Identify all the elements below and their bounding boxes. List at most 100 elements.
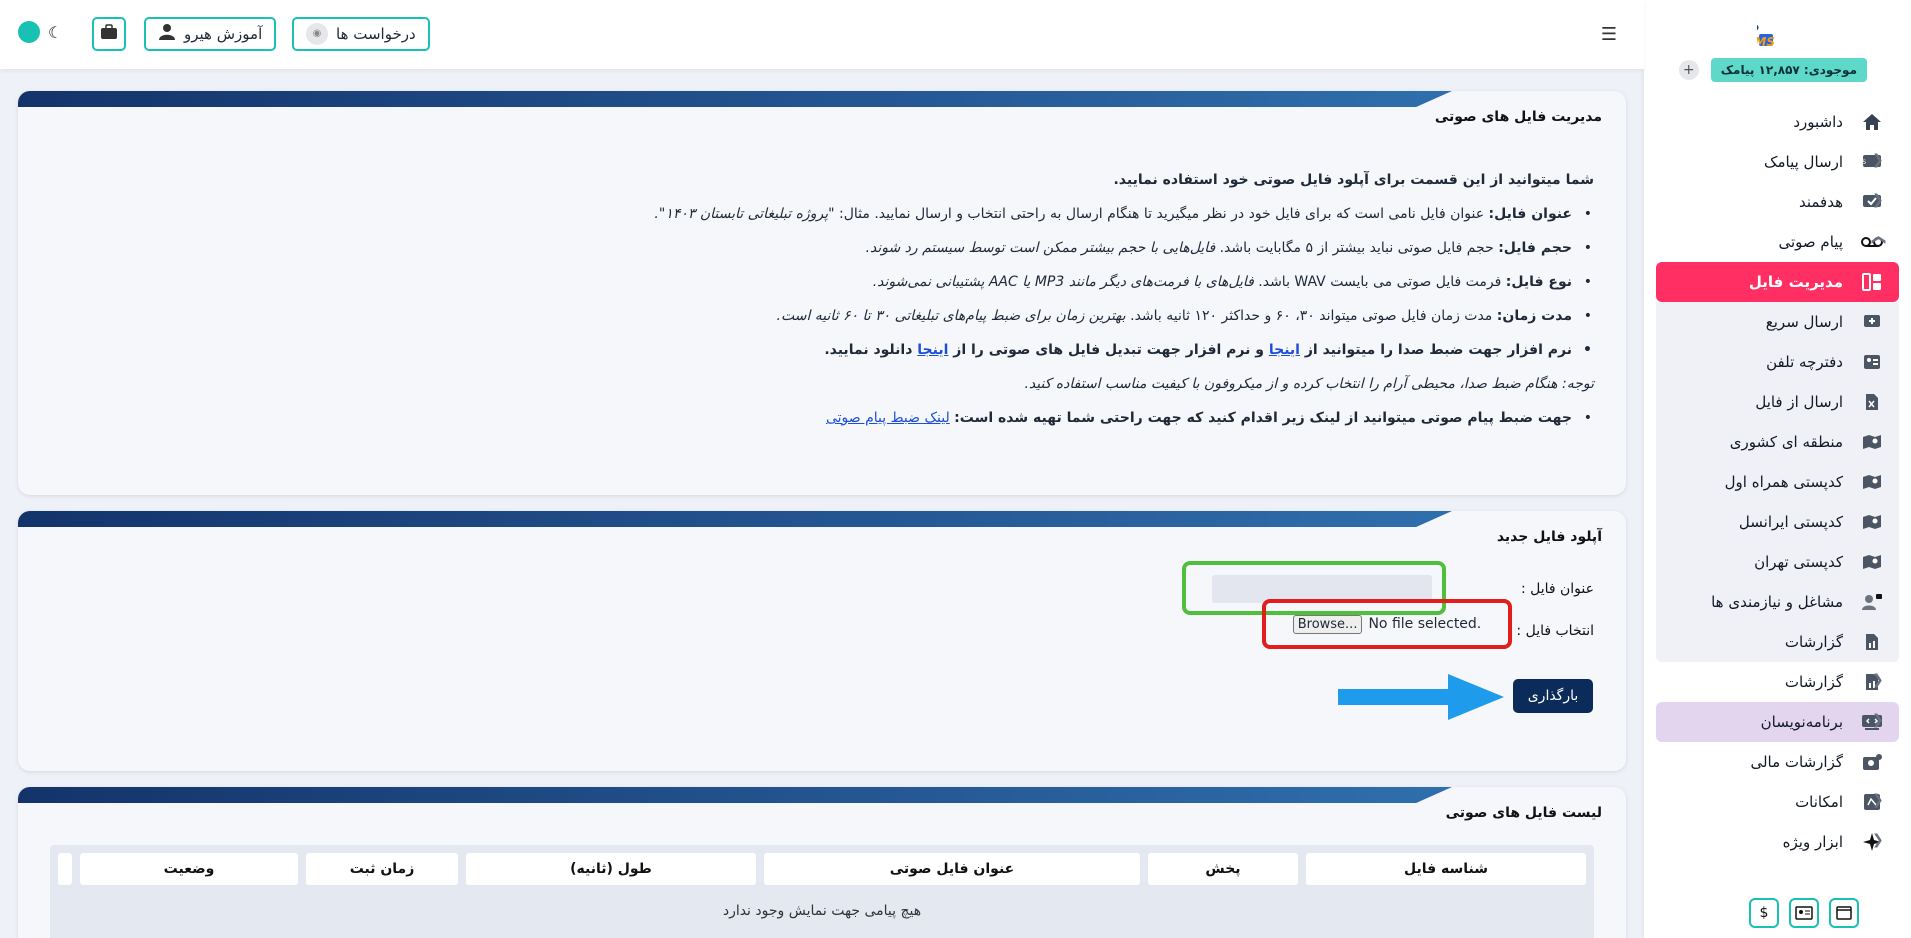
recorder-download-link[interactable]: اینجا (1269, 342, 1300, 358)
chevron-left-icon: ❮ (1872, 832, 1884, 848)
sidebar-item-regional[interactable]: منطقه ای کشوری (1656, 422, 1899, 462)
sidebar-item-label: کدپستی همراه اول (1724, 473, 1843, 491)
column-header-title[interactable]: عنوان فایل صوتی (764, 853, 1140, 885)
column-header-actions (58, 853, 72, 885)
phonebook-icon (1861, 352, 1883, 372)
sidebar-item-phonebook[interactable]: دفترچه تلفن (1656, 342, 1899, 382)
sidebar-item-label: مدیریت فایل (1748, 273, 1843, 291)
sidebar-item-label: کدپستی ایرانسل (1738, 513, 1843, 531)
briefcase-button[interactable] (92, 17, 126, 51)
bullet-duration: مدت زمان: مدت زمان فایل صوتی میتواند ۳۰،… (44, 299, 1594, 333)
sidebar-item-reports[interactable]: گزارشات ❮ (1644, 662, 1911, 702)
bullet-title: عنوان فایل: عنوان فایل نامی است که برای … (44, 197, 1594, 231)
training-button[interactable]: آموزش هیرو (144, 17, 277, 51)
no-file-text: No file selected. (1368, 616, 1482, 632)
bullet-text: نرم افزار جهت ضبط صدا را میتوانید از (1299, 342, 1572, 358)
voice-files-info-card: مدیریت فایل های صوتی شما میتوانید از این… (18, 91, 1626, 495)
sidebar-item-special-tools[interactable]: ابزار ویژه ❮ (1644, 822, 1911, 862)
balance-badge: موجودی: ۱۲,۸۵۷ پیامک (1710, 58, 1867, 82)
finance-icon (1861, 752, 1883, 772)
empty-table-message: هیچ پیامی جهت نمایش وجود ندارد (722, 903, 922, 919)
contact-card-icon[interactable] (1789, 898, 1819, 928)
record-voice-link[interactable]: لینک ضبط پیام صوتی (826, 410, 950, 426)
file-select-highlight: Browse... No file selected. (1262, 599, 1512, 649)
bullet-label: نوع فایل: (1505, 274, 1572, 290)
bullet-text: و نرم افزار جهت تبدیل فایل های صوتی را ا… (948, 342, 1269, 358)
sidebar-item-voice[interactable]: پیام صوتی ❮ (1644, 222, 1911, 262)
sidebar-item-file-management[interactable]: مدیریت فایل (1656, 262, 1899, 302)
sidebar-nav: داشبورد SMS ارسال پیامک ❮ هدفمند ❮ پیام … (1644, 102, 1911, 862)
requests-button[interactable]: درخواست ها ◉ (292, 17, 430, 51)
sidebar-item-jobs[interactable]: مشاغل و نیازمندی ها (1656, 582, 1899, 622)
card-header-stripe (18, 511, 1452, 527)
bullet-software: نرم افزار جهت ضبط صدا را میتوانید از این… (44, 333, 1594, 367)
column-header-file-id[interactable]: شناسه فایل (1306, 853, 1586, 885)
column-header-status[interactable]: وضعیت (80, 853, 298, 885)
instructions: شما میتوانید از این قسمت برای آپلود فایل… (44, 163, 1594, 435)
sidebar-item-voice-reports[interactable]: گزارشات (1656, 622, 1899, 662)
card-header-stripe (18, 787, 1452, 803)
sidebar-item-postcode-mci[interactable]: کدپستی همراه اول (1656, 462, 1899, 502)
bullet-record-link: جهت ضبط پیام صوتی میتوانید از لینک زیر ا… (44, 401, 1594, 435)
quick-send-icon (1861, 312, 1883, 332)
card-title: لیست فایل های صوتی (1445, 805, 1602, 821)
window-icon[interactable] (1829, 898, 1859, 928)
sidebar-footer: $ (1749, 898, 1859, 928)
file-manager-icon (1861, 272, 1883, 292)
bullet-text: عنوان فایل نامی است که برای فایل خود در … (834, 206, 1489, 222)
browse-button[interactable]: Browse... (1292, 614, 1363, 634)
svg-text:SMS: SMS (1862, 159, 1866, 166)
sidebar-item-developers[interactable]: برنامه‌نویسان ❮ (1656, 702, 1899, 742)
sidebar-item-postcode-irancell[interactable]: کدپستی ایرانسل (1656, 502, 1899, 542)
theme-toggle[interactable]: ☾ (18, 21, 62, 43)
bullet-text: فرمت فایل صوتی می بایست WAV باشد. (1253, 274, 1506, 290)
bullet-label: عنوان فایل: (1488, 206, 1572, 222)
sidebar-item-send-from-file[interactable]: ارسال از فایل (1656, 382, 1899, 422)
card-title: مدیریت فایل های صوتی (1434, 109, 1602, 125)
column-header-length[interactable]: طول (ثانیه) (466, 853, 756, 885)
sidebar-item-send-sms[interactable]: SMS ارسال پیامک ❮ (1644, 142, 1911, 182)
chevron-left-icon: ❮ (1872, 712, 1884, 728)
bullet-italic: فایل‌هایی با حجم بیشتر ممکن است توسط سیس… (865, 240, 1216, 256)
sidebar-item-label: گزارشات (1784, 673, 1843, 691)
svg-text:hiro: hiro (1757, 21, 1759, 34)
training-label: آموزش هیرو (184, 25, 263, 43)
add-balance-button[interactable]: + (1678, 60, 1699, 80)
hamburger-menu-icon[interactable]: ☰ (1596, 22, 1622, 48)
sidebar-item-label: هدفمند (1798, 193, 1843, 211)
hiro-sms-logo[interactable]: hiro SMS (1757, 18, 1811, 50)
sidebar-item-label: ارسال پیامک (1764, 153, 1843, 171)
column-header-play[interactable]: پخش (1148, 853, 1298, 885)
sidebar-item-finance-reports[interactable]: گزارشات مالی (1644, 742, 1911, 782)
requests-label: درخواست ها (336, 25, 416, 43)
bullet-type: نوع فایل: فرمت فایل صوتی می بایست WAV با… (44, 265, 1594, 299)
upload-button[interactable]: بارگذاری (1513, 679, 1593, 713)
upload-card: آپلود فایل جدید عنوان فایل : انتخاب فایل… (18, 511, 1626, 771)
file-select-label: انتخاب فایل : (1516, 623, 1594, 639)
sidebar-item-dashboard[interactable]: داشبورد (1644, 102, 1911, 142)
bullet-label: مدت زمان: (1496, 308, 1572, 324)
bullet-label: حجم فایل: (1498, 240, 1572, 256)
report-icon (1861, 632, 1883, 652)
sidebar-item-quick-send[interactable]: ارسال سریع (1656, 302, 1899, 342)
column-header-created[interactable]: زمان ثبت (306, 853, 458, 885)
card-header-stripe (18, 91, 1452, 107)
sidebar-item-label: مشاغل و نیازمندی ها (1711, 593, 1843, 611)
sidebar-item-label: ارسال سریع (1765, 313, 1843, 331)
sidebar-item-postcode-tehran[interactable]: کدپستی تهران (1656, 542, 1899, 582)
bullet-italic: بهترین زمان برای ضبط پیام‌های تبلیغاتی ۳… (776, 308, 1126, 324)
briefcase-icon (100, 24, 118, 44)
dollar-icon[interactable]: $ (1749, 898, 1779, 928)
intro-text: شما میتوانید از این قسمت برای آپلود فایل… (1113, 172, 1594, 188)
sidebar-item-features[interactable]: امکانات ❮ (1644, 782, 1911, 822)
note-text: توجه: هنگام ضبط صدا، محیطی آرام را انتخا… (1024, 376, 1594, 392)
sidebar-item-label: داشبورد (1793, 113, 1843, 131)
bullet-text: مدت زمان فایل صوتی میتواند ۳۰، ۶۰ و حداک… (1125, 308, 1497, 324)
sidebar-item-label: پیام صوتی (1778, 233, 1844, 251)
bullet-text: دانلود نمایید. (824, 342, 918, 358)
jobs-icon (1861, 592, 1883, 612)
sidebar-item-label: ابزار ویژه (1782, 833, 1843, 851)
converter-download-link[interactable]: اینجا (917, 342, 948, 358)
sidebar-item-targeted[interactable]: هدفمند ❮ (1644, 182, 1911, 222)
sidebar: hiro SMS موجودی: ۱۲,۸۵۷ پیامک + داشبورد … (1644, 0, 1911, 938)
